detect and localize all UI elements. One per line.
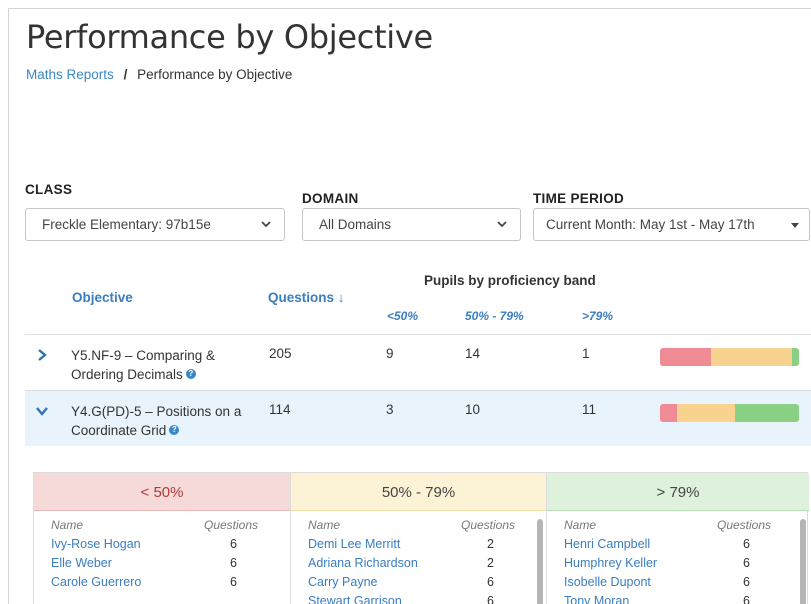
band-high-cell: 1 (582, 346, 590, 361)
questions-column-header[interactable]: Questions ↓ (268, 290, 345, 305)
objective-text: Y4.G(PD)-5 – Positions on a Coordinate G… (71, 404, 242, 438)
breadcrumb-maths-reports[interactable]: Maths Reports (26, 67, 114, 82)
band-low-title: < 50% (34, 473, 290, 511)
band-high-header: >79% (582, 309, 614, 323)
page-title: Performance by Objective (26, 18, 433, 56)
breadcrumb-separator: / (123, 67, 128, 82)
questions-header: Questions (461, 518, 516, 532)
pupil-questions: 6 (743, 556, 750, 570)
pupil-name-link[interactable]: Henri Campbell (564, 537, 650, 551)
name-header: Name (564, 518, 597, 532)
pupil-name-link[interactable]: Isobelle Dupont (564, 575, 651, 589)
proficiency-bar (660, 404, 799, 422)
proficiency-bar-high (735, 404, 799, 422)
table-row-selected[interactable]: Y4.G(PD)-5 – Positions on a Coordinate G… (25, 390, 811, 446)
pupil-questions: 2 (487, 556, 494, 570)
band-mid-header: 50% - 79% (465, 309, 524, 323)
proficiency-bar-mid (711, 348, 793, 366)
band-mid-column: 50% - 79% Name Questions Demi Lee Merrit… (290, 473, 546, 604)
pupil-questions: 6 (230, 575, 237, 589)
band-low-cell: 9 (386, 346, 394, 361)
pupil-name-link[interactable]: Tony Moran (564, 594, 629, 604)
questions-header: Questions (717, 518, 772, 532)
domain-select[interactable]: All Domains (302, 208, 521, 241)
pupil-questions: 6 (743, 594, 750, 604)
caret-down-icon (791, 223, 799, 228)
breadcrumb: Maths Reports / Performance by Objective (26, 67, 292, 82)
breadcrumb-current: Performance by Objective (137, 67, 293, 82)
page-frame: Performance by Objective Maths Reports /… (8, 8, 811, 604)
name-header: Name (308, 518, 341, 532)
class-select-value: Freckle Elementary: 97b15e (42, 217, 211, 232)
pupil-questions: 6 (230, 537, 237, 551)
scrollbar[interactable] (800, 519, 806, 604)
proficiency-bar-low (660, 404, 677, 422)
band-mid-cell: 10 (465, 402, 481, 417)
proficiency-bar-high (792, 348, 799, 366)
questions-header: Questions (204, 518, 259, 532)
proficiency-bar-mid (676, 404, 736, 422)
time-period-label: TIME PERIOD (533, 191, 625, 206)
info-icon[interactable]: ? (185, 369, 196, 379)
pupil-name-link[interactable]: Stewart Garrison (308, 594, 402, 604)
band-low-header: <50% (387, 309, 419, 323)
questions-cell: 205 (269, 346, 292, 361)
pupil-questions: 6 (743, 537, 750, 551)
name-header: Name (51, 518, 84, 532)
pupil-name-link[interactable]: Humphrey Keller (564, 556, 657, 570)
pupil-questions: 6 (230, 556, 237, 570)
pupil-questions: 6 (487, 575, 494, 589)
pupil-name-link[interactable]: Carry Payne (308, 575, 377, 589)
objective-column-header[interactable]: Objective (72, 290, 133, 305)
pupil-name-link[interactable]: Carole Guerrero (51, 575, 141, 589)
band-high-column: > 79% Name Questions Henri Campbell 6 Hu… (546, 473, 809, 604)
domain-label: DOMAIN (302, 191, 359, 206)
proficiency-bar (660, 348, 799, 366)
objective-cell: Y4.G(PD)-5 – Positions on a Coordinate G… (71, 402, 256, 440)
objective-cell: Y5.NF-9 – Comparing & Ordering Decimals? (71, 346, 256, 384)
band-low-column: < 50% Name Questions Ivy-Rose Hogan 6 El… (34, 473, 290, 604)
chevron-down-icon[interactable] (35, 404, 49, 418)
class-select[interactable]: Freckle Elementary: 97b15e (25, 208, 285, 241)
band-mid-title: 50% - 79% (291, 473, 546, 511)
proficiency-bar-low (660, 348, 712, 366)
pupil-name-link[interactable]: Ivy-Rose Hogan (51, 537, 141, 551)
class-label: CLASS (25, 182, 73, 197)
questions-cell: 114 (269, 402, 291, 417)
table-row[interactable]: Y5.NF-9 – Comparing & Ordering Decimals?… (25, 334, 811, 390)
pupil-breakdown-panel: < 50% Name Questions Ivy-Rose Hogan 6 El… (33, 472, 809, 604)
chevron-right-icon[interactable] (35, 348, 49, 362)
pupil-questions: 2 (487, 537, 494, 551)
time-period-select-value: Current Month: May 1st - May 17th (546, 217, 755, 232)
pupil-name-link[interactable]: Elle Weber (51, 556, 112, 570)
time-period-select[interactable]: Current Month: May 1st - May 17th (533, 208, 810, 241)
chevron-down-icon (497, 221, 507, 228)
band-high-cell: 11 (582, 402, 597, 417)
domain-select-value: All Domains (319, 217, 392, 232)
proficiency-group-header: Pupils by proficiency band (424, 273, 596, 288)
scrollbar[interactable] (537, 519, 543, 604)
pupil-questions: 6 (743, 575, 750, 589)
pupil-name-link[interactable]: Demi Lee Merritt (308, 537, 400, 551)
band-high-title: > 79% (547, 473, 809, 511)
pupil-questions: 6 (487, 594, 494, 604)
band-low-cell: 3 (386, 402, 394, 417)
pupil-name-link[interactable]: Adriana Richardson (308, 556, 418, 570)
chevron-down-icon (261, 221, 271, 228)
info-icon[interactable]: ? (169, 425, 180, 435)
band-mid-cell: 14 (465, 346, 481, 361)
